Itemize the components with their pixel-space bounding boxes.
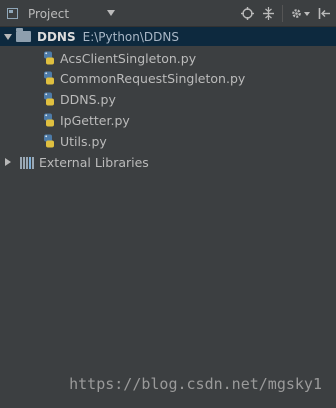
root-folder-name: DDNS xyxy=(37,29,76,44)
python-file-icon xyxy=(42,92,56,106)
file-name: DDNS.py xyxy=(60,91,116,107)
hide-icon[interactable] xyxy=(317,6,332,21)
tree-item-ddns[interactable]: DDNS E:\Python\DDNS xyxy=(4,27,179,46)
chevron-down-icon[interactable] xyxy=(107,10,115,16)
project-view-icon xyxy=(7,8,18,19)
file-name: CommonRequestSingleton.py xyxy=(60,70,246,86)
expand-arrow-icon[interactable] xyxy=(4,33,12,40)
collapse-all-icon[interactable] xyxy=(261,6,276,21)
tree-item-file[interactable]: IpGetter.py xyxy=(42,110,130,130)
python-file-icon xyxy=(42,113,56,127)
tree-item-file[interactable]: DDNS.py xyxy=(42,89,116,109)
file-name: IpGetter.py xyxy=(60,112,130,128)
tree-item-file[interactable]: Utils.py xyxy=(42,131,107,151)
python-file-icon xyxy=(42,134,56,148)
folder-icon xyxy=(16,28,31,42)
tree-item-file[interactable]: CommonRequestSingleton.py xyxy=(42,68,245,88)
file-name: AcsClientSingleton.py xyxy=(60,50,197,66)
external-libraries-label: External Libraries xyxy=(39,154,149,170)
expand-arrow-icon[interactable] xyxy=(5,158,11,166)
libraries-icon xyxy=(20,155,36,169)
view-label: Project xyxy=(28,6,70,21)
watermark-text: https://blog.csdn.net/mgsky1 xyxy=(69,375,322,393)
tree-item-file[interactable]: AcsClientSingleton.py xyxy=(42,48,196,68)
file-name: Utils.py xyxy=(60,133,107,149)
view-selector[interactable]: Project xyxy=(7,5,69,22)
root-folder-path: E:\Python\DDNS xyxy=(82,29,179,44)
python-file-icon xyxy=(42,51,56,65)
tree-item-external-libraries[interactable]: External Libraries xyxy=(5,152,149,172)
project-toolbar: Project xyxy=(0,0,336,27)
locate-icon[interactable] xyxy=(240,6,255,21)
python-file-icon xyxy=(42,71,56,85)
toolbar-divider xyxy=(282,5,283,22)
gear-icon[interactable] xyxy=(290,6,312,21)
